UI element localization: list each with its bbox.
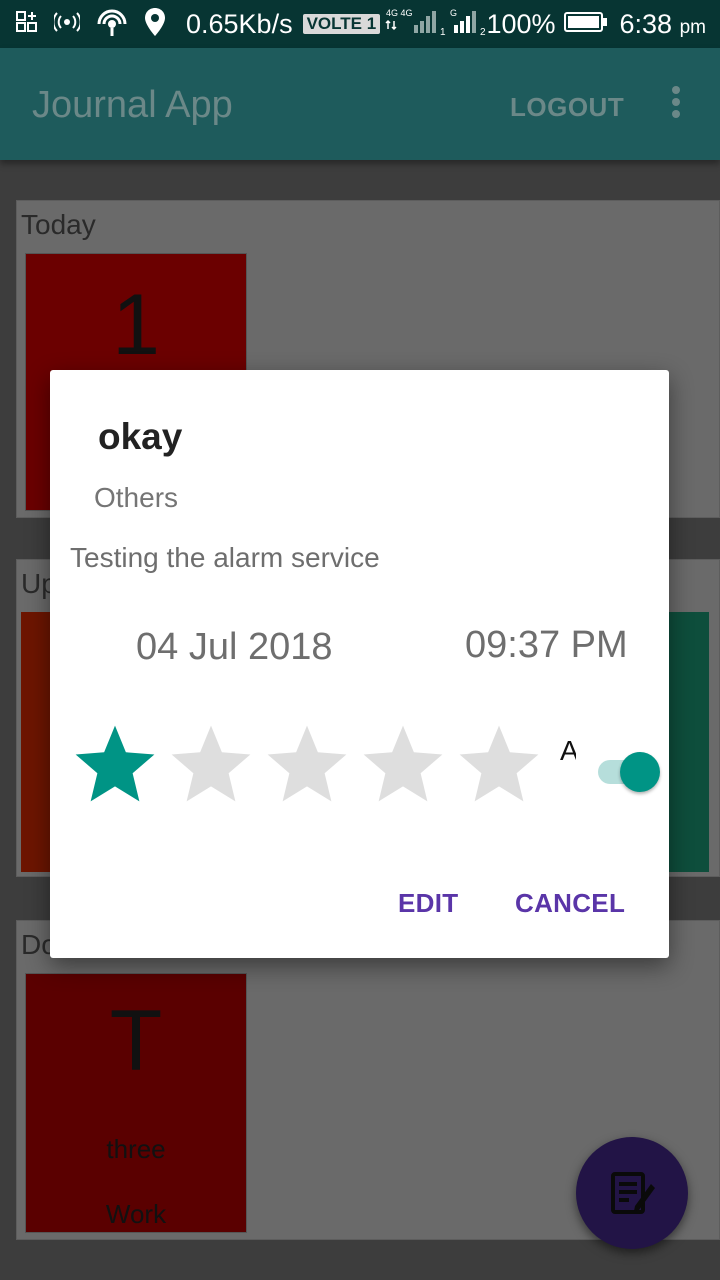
- svg-text:2: 2: [480, 27, 486, 37]
- edit-note-icon: [611, 1172, 655, 1214]
- star-empty-icon[interactable]: [454, 720, 544, 810]
- tile-letter: 1: [112, 277, 160, 373]
- hotspot-icon: [52, 11, 82, 37]
- clock-time: 6:38: [619, 8, 673, 39]
- network-speed: 0.65Kb/s: [186, 8, 293, 39]
- overflow-menu-icon[interactable]: [664, 86, 688, 124]
- app-bar: Journal App LOGOUT: [0, 48, 720, 160]
- section-title: Today: [21, 209, 96, 240]
- location-icon: [144, 7, 166, 42]
- clock: 6:38 pm: [620, 9, 706, 40]
- logout-button[interactable]: LOGOUT: [510, 92, 624, 123]
- dialog-category: Others: [94, 482, 179, 513]
- clock-suffix: pm: [679, 16, 706, 38]
- status-bar-right: 100% 6:38 pm: [486, 6, 706, 42]
- svg-text:4G 4G: 4G 4G: [386, 8, 413, 18]
- dialog-time[interactable]: 09:37 PM: [465, 624, 628, 667]
- tile-letter: T: [109, 993, 163, 1089]
- dialog-description: Testing the alarm service: [70, 542, 380, 573]
- status-bar-left: 0.65Kb/s VOLTE 1 4G 4G 1 G 2: [16, 6, 490, 42]
- signal-icon: 4G 4G 1 G 2: [384, 7, 490, 42]
- dialog-title: okay: [98, 416, 183, 457]
- tile-title: three: [106, 1134, 166, 1164]
- screenshot-icon: [16, 10, 38, 38]
- svg-text:G: G: [450, 8, 457, 18]
- star-empty-icon[interactable]: [358, 720, 448, 810]
- edit-button[interactable]: EDIT: [398, 888, 458, 919]
- alarm-switch-label: Al: [560, 735, 576, 766]
- status-bar: 0.65Kb/s VOLTE 1 4G 4G 1 G 2 100% 6:38 p…: [0, 0, 720, 48]
- new-entry-fab[interactable]: [576, 1137, 688, 1249]
- star-filled-icon[interactable]: [70, 720, 160, 810]
- battery-icon: [563, 11, 608, 38]
- entry-dialog: okay Others Testing the alarm service 04…: [50, 370, 669, 958]
- star-empty-icon[interactable]: [262, 720, 352, 810]
- cancel-button[interactable]: CANCEL: [515, 888, 625, 919]
- dialog-date[interactable]: 04 Jul 2018: [136, 626, 333, 669]
- tile-category: Work: [105, 1199, 167, 1229]
- journal-tile[interactable]: T three Work: [25, 973, 247, 1233]
- star-empty-icon[interactable]: [166, 720, 256, 810]
- alarm-switch[interactable]: [596, 751, 662, 793]
- app-title: Journal App: [32, 84, 233, 126]
- wifi-icon: [96, 7, 128, 42]
- battery-percent: 100%: [486, 8, 556, 39]
- volte-badge: VOLTE 1: [302, 14, 381, 34]
- switch-thumb: [620, 752, 660, 792]
- svg-text:1: 1: [440, 27, 446, 37]
